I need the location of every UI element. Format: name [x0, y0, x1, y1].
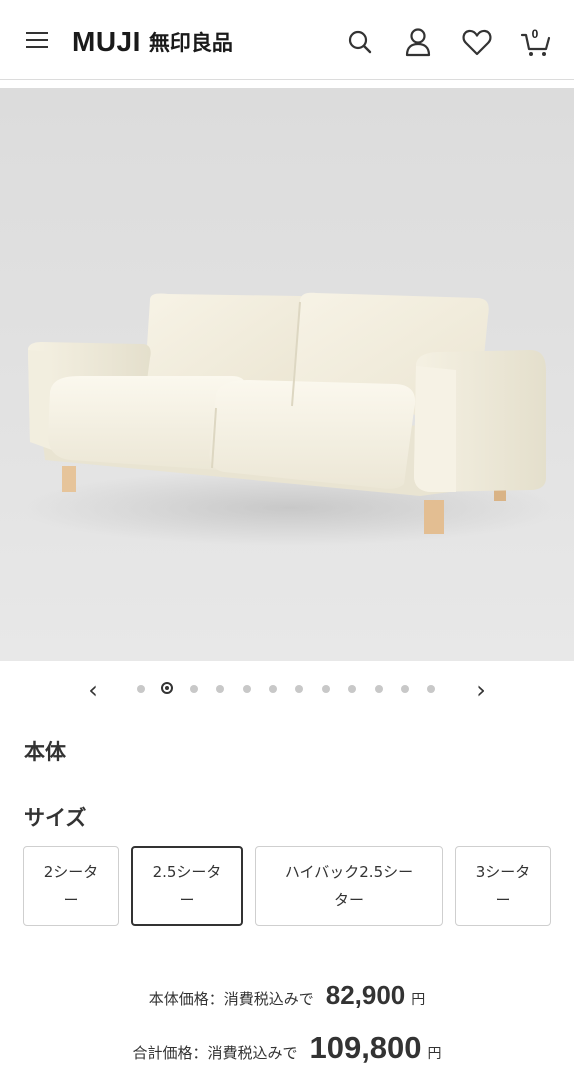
size-option-label-cont: ー [495, 891, 511, 909]
carousel-dot[interactable] [242, 685, 251, 693]
size-option-3-seater[interactable]: 3シーター [455, 846, 551, 926]
size-option-label: 2シータ [43, 863, 99, 881]
carousel-dot[interactable] [216, 685, 225, 693]
size-section-title: サイズ [24, 806, 87, 830]
body-price-currency: 円 [411, 992, 426, 1008]
size-option-highback-2-5-seater[interactable]: ハイバック2.5シー ター [255, 846, 443, 926]
heart-icon[interactable] [462, 26, 492, 58]
size-option-label-cont: ター [333, 891, 364, 909]
size-option-2-seater[interactable]: 2シーター [23, 846, 119, 926]
size-option-label-cont: ー [63, 891, 79, 909]
size-option-label-cont: ー [179, 891, 195, 909]
logo[interactable]: MUJI 無印良品 [72, 26, 233, 58]
cart-icon[interactable]: 0 [520, 26, 552, 58]
carousel-dot[interactable] [189, 685, 198, 693]
carousel-dot[interactable] [374, 685, 383, 693]
logo-text: MUJI [72, 26, 141, 57]
carousel-dot[interactable] [348, 685, 357, 693]
carousel-dot[interactable] [137, 685, 145, 693]
total-price-label: 合計価格：消費税込みで [132, 1044, 298, 1062]
search-icon[interactable] [345, 26, 375, 58]
body-section-title: 本体 [24, 740, 66, 764]
carousel-dot[interactable] [269, 685, 277, 693]
total-price-value: 109,800 [309, 1030, 422, 1065]
image-carousel-nav: ‹ › [0, 674, 574, 706]
carousel-dot[interactable] [401, 685, 409, 693]
chevron-left-icon[interactable]: ‹ [80, 677, 106, 703]
total-price-currency: 円 [427, 1046, 442, 1062]
body-price-value: 82,900 [325, 980, 406, 1010]
size-option-label: 3シータ [475, 863, 531, 881]
body-price-label: 本体価格：消費税込みで [148, 990, 314, 1008]
cart-count-badge: 0 [531, 27, 539, 41]
site-header: MUJI 無印良品 0 [0, 0, 574, 80]
carousel-dot[interactable] [321, 685, 330, 693]
product-image[interactable] [0, 88, 574, 661]
menu-icon[interactable] [26, 32, 48, 50]
chevron-right-icon[interactable]: › [468, 677, 494, 703]
carousel-dot[interactable] [427, 685, 436, 693]
size-option-label: 2.5シータ [152, 863, 222, 881]
total-price-row: 合計価格：消費税込みで 109,800 円 [0, 1030, 574, 1066]
account-icon[interactable] [403, 26, 433, 58]
size-option-2-5-seater[interactable]: 2.5シーター [131, 846, 243, 926]
carousel-dot[interactable] [295, 685, 304, 693]
size-option-label: ハイバック2.5シー [284, 863, 414, 881]
carousel-dot[interactable] [161, 682, 174, 694]
logo-japanese-text: 無印良品 [148, 31, 233, 55]
body-price-row: 本体価格：消費税込みで 82,900 円 [0, 980, 574, 1011]
sofa-image [20, 292, 560, 546]
